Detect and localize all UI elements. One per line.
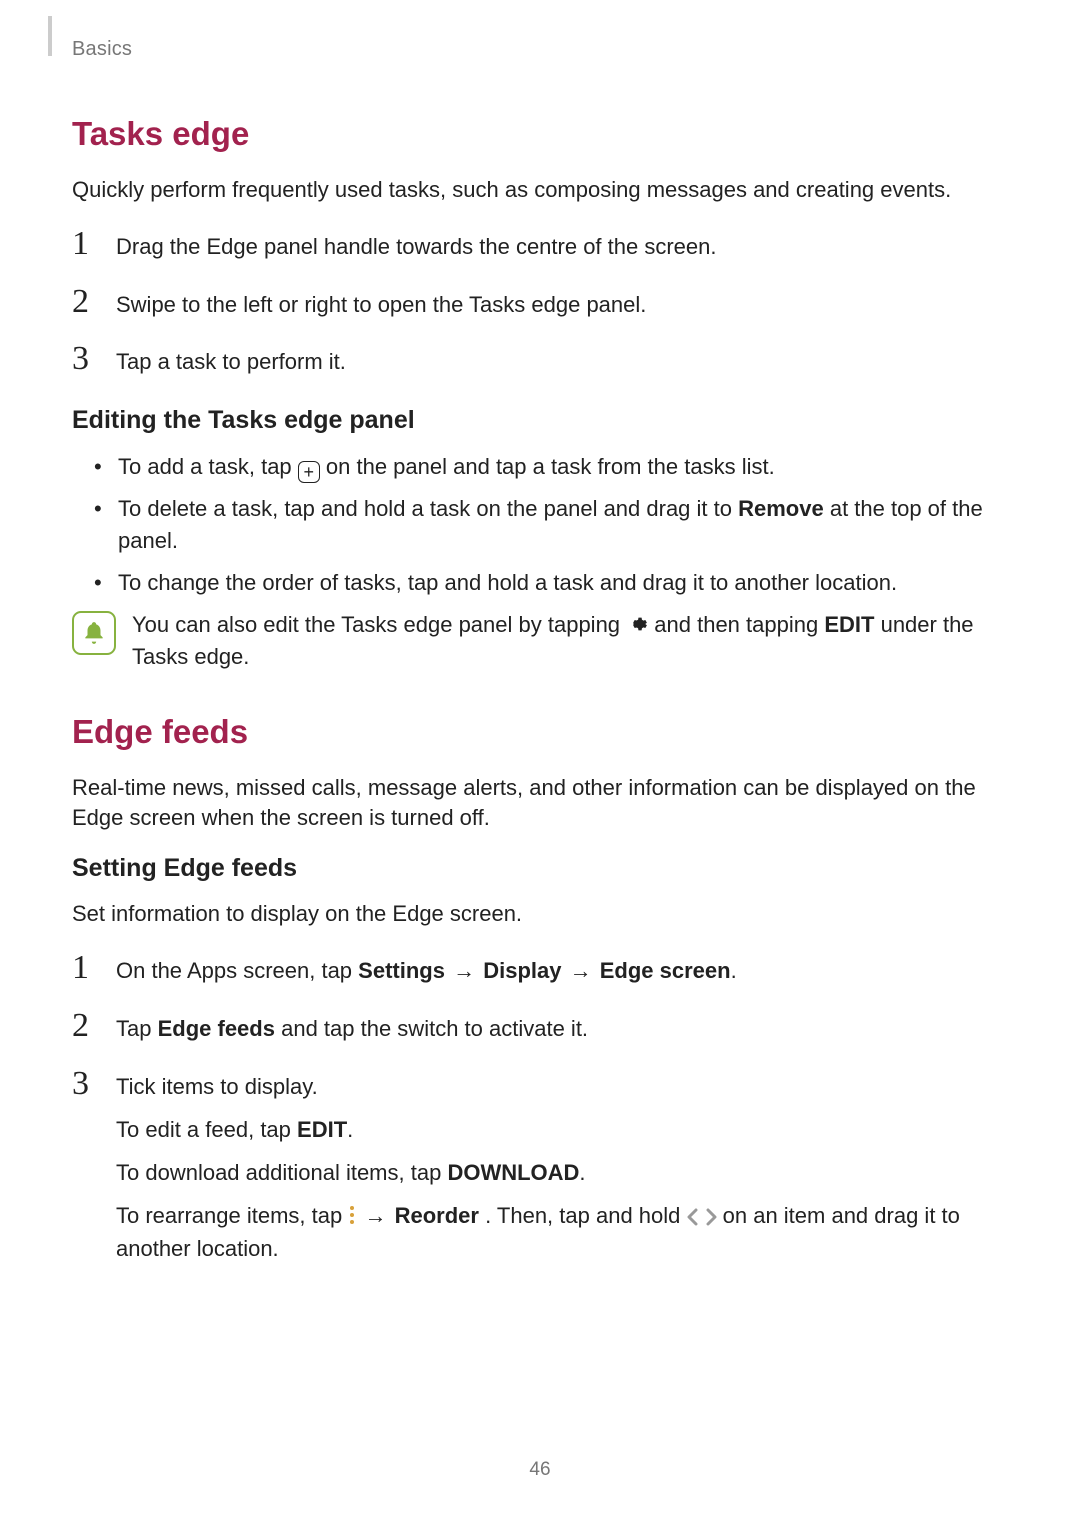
list-item: 1 On the Apps screen, tap Settings → Dis…	[72, 951, 1008, 987]
note-text: You can also edit the Tasks edge panel b…	[132, 609, 1008, 673]
text: To download additional items, tap	[116, 1160, 447, 1185]
chevron-left-right-icon	[687, 1208, 717, 1226]
text: .	[347, 1117, 353, 1142]
text: Tap	[116, 1016, 158, 1041]
bell-icon	[72, 611, 116, 655]
bold-text: Settings	[358, 958, 445, 983]
note-mid: and then tapping	[654, 612, 824, 637]
text: To rearrange items, tap	[116, 1203, 348, 1228]
edge-feeds-title: Edge feeds	[72, 713, 1008, 751]
bold-text: Reorder	[395, 1203, 479, 1228]
tasks-edge-steps: 1 Drag the Edge panel handle towards the…	[72, 227, 1008, 379]
step-text: Tick items to display. To edit a feed, t…	[116, 1071, 1008, 1265]
list-item: To change the order of tasks, tap and ho…	[72, 567, 1008, 599]
header-rule	[48, 16, 52, 56]
breadcrumb: Basics	[72, 38, 1008, 61]
list-item: 3 Tap a task to perform it.	[72, 342, 1008, 378]
bullet-text: To change the order of tasks, tap and ho…	[118, 570, 897, 595]
text: .	[731, 958, 737, 983]
arrow-icon: →	[364, 1203, 392, 1228]
bullet-text: To delete a task, tap and hold a task on…	[118, 496, 738, 521]
page-number: 46	[0, 1459, 1080, 1481]
editing-tasks-bullets: To add a task, tap + on the panel and ta…	[72, 451, 1008, 599]
bold-text: Display	[483, 958, 561, 983]
bold-text: EDIT	[824, 612, 874, 637]
bullet-text: on the panel and tap a task from the tas…	[326, 454, 775, 479]
step-number: 1	[72, 227, 98, 261]
text: and tap the switch to activate it.	[281, 1016, 588, 1041]
step-extra: To rearrange items, tap → Reorder . Then…	[116, 1199, 1008, 1265]
text: . Then, tap and hold	[485, 1203, 686, 1228]
step-text: Swipe to the left or right to open the T…	[116, 289, 1008, 321]
step-number: 2	[72, 285, 98, 319]
arrow-icon: →	[570, 958, 598, 983]
text: To edit a feed, tap	[116, 1117, 297, 1142]
step-extra: To download additional items, tap DOWNLO…	[116, 1156, 1008, 1189]
setting-edge-feeds-heading: Setting Edge feeds	[72, 854, 1008, 883]
tasks-edge-intro: Quickly perform frequently used tasks, s…	[72, 175, 1008, 205]
list-item: 3 Tick items to display. To edit a feed,…	[72, 1067, 1008, 1265]
bullet-text: To add a task, tap	[118, 454, 298, 479]
bold-text: DOWNLOAD	[447, 1160, 579, 1185]
editing-tasks-heading: Editing the Tasks edge panel	[72, 406, 1008, 435]
step-number: 3	[72, 1067, 98, 1101]
list-item: To delete a task, tap and hold a task on…	[72, 493, 1008, 557]
step-text: Tap Edge feeds and tap the switch to act…	[116, 1013, 1008, 1045]
edge-feeds-intro: Real-time news, missed calls, message al…	[72, 773, 1008, 832]
bold-text: Edge screen	[600, 958, 731, 983]
step-text: Tap a task to perform it.	[116, 346, 1008, 378]
settings-icon	[626, 613, 648, 635]
plus-icon: +	[298, 461, 320, 483]
tasks-edge-title: Tasks edge	[72, 115, 1008, 153]
setting-edge-feeds-intro: Set information to display on the Edge s…	[72, 899, 1008, 929]
text: On the Apps screen, tap	[116, 958, 358, 983]
bold-text: Remove	[738, 496, 824, 521]
text: Tick items to display.	[116, 1071, 1008, 1103]
list-item: To add a task, tap + on the panel and ta…	[72, 451, 1008, 483]
step-number: 1	[72, 951, 98, 985]
list-item: 2 Swipe to the left or right to open the…	[72, 285, 1008, 321]
step-extra: To edit a feed, tap EDIT.	[116, 1113, 1008, 1146]
step-number: 2	[72, 1009, 98, 1043]
note-prefix: You can also edit the Tasks edge panel b…	[132, 612, 626, 637]
arrow-icon: →	[453, 958, 481, 983]
list-item: 2 Tap Edge feeds and tap the switch to a…	[72, 1009, 1008, 1045]
note-block: You can also edit the Tasks edge panel b…	[72, 609, 1008, 673]
bold-text: EDIT	[297, 1117, 347, 1142]
step-text: On the Apps screen, tap Settings → Displ…	[116, 955, 1008, 987]
step-text: Drag the Edge panel handle towards the c…	[116, 231, 1008, 263]
more-icon	[348, 1204, 356, 1226]
bold-text: Edge feeds	[158, 1016, 275, 1041]
edge-feeds-steps: 1 On the Apps screen, tap Settings → Dis…	[72, 951, 1008, 1265]
step-number: 3	[72, 342, 98, 376]
text: .	[579, 1160, 585, 1185]
list-item: 1 Drag the Edge panel handle towards the…	[72, 227, 1008, 263]
